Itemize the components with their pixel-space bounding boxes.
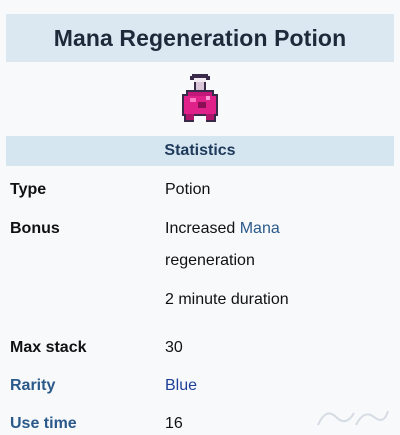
item-infobox: Mana Regeneration Potion Statistics Type…	[0, 0, 400, 435]
item-title: Mana Regeneration Potion	[53, 24, 347, 51]
title-bar: Mana Regeneration Potion	[6, 14, 394, 62]
use-time-label-link[interactable]: Use time	[10, 414, 77, 434]
use-time-value: 16	[165, 415, 183, 432]
mana-regeneration-potion-icon	[176, 72, 224, 128]
type-label: Type	[10, 181, 47, 198]
statistics-header-label: Statistics	[164, 142, 236, 159]
bonus-value-line3: 2 minute duration	[165, 291, 289, 308]
bonus-value-line2: regeneration	[165, 252, 255, 269]
rarity-label-link[interactable]: Rarity	[10, 376, 55, 396]
mana-link[interactable]: Mana	[240, 220, 280, 237]
max-stack-label: Max stack	[10, 339, 87, 356]
bonus-label: Bonus	[10, 220, 60, 237]
rarity-value: Blue	[165, 377, 198, 394]
type-value: Potion	[165, 181, 211, 198]
max-stack-value: 30	[165, 339, 183, 356]
watermark-logo	[317, 410, 389, 426]
statistics-header: Statistics	[6, 136, 394, 166]
bonus-prefix: Increased	[165, 220, 240, 237]
bonus-value-line1: Increased Mana	[165, 219, 280, 239]
